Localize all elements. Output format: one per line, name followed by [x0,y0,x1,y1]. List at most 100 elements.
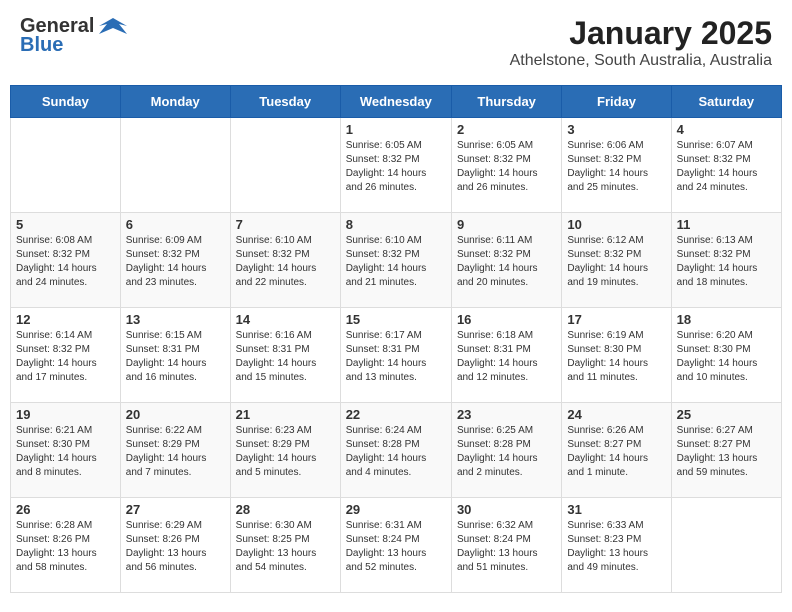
weekday-header-monday: Monday [120,86,230,118]
calendar-cell: 12 Sunrise: 6:14 AM Sunset: 8:32 PM Dayli… [11,308,121,403]
day-number: 7 [236,217,335,232]
day-info: Sunrise: 6:07 AM Sunset: 8:32 PM Dayligh… [677,139,776,195]
day-info: Sunrise: 6:22 AM Sunset: 8:29 PM Dayligh… [126,424,225,480]
day-info: Sunrise: 6:12 AM Sunset: 8:32 PM Dayligh… [567,234,665,290]
location-title: Athelstone, South Australia, Australia [510,52,772,70]
day-info: Sunrise: 6:20 AM Sunset: 8:30 PM Dayligh… [677,329,776,385]
calendar-cell: 29 Sunrise: 6:31 AM Sunset: 8:24 PM Dayli… [340,498,451,593]
calendar-week-row: 26 Sunrise: 6:28 AM Sunset: 8:26 PM Dayli… [11,498,782,593]
day-number: 17 [567,312,665,327]
calendar-cell: 25Sunrise: 6:27 AM Sunset: 8:27 PM Dayli… [671,403,781,498]
day-info: Sunrise: 6:30 AM Sunset: 8:25 PM Dayligh… [236,519,335,575]
calendar-cell: 15 Sunrise: 6:17 AM Sunset: 8:31 PM Dayli… [340,308,451,403]
day-info: Sunrise: 6:08 AM Sunset: 8:32 PM Dayligh… [16,234,115,290]
day-number: 28 [236,502,335,517]
day-info: Sunrise: 6:32 AM Sunset: 8:24 PM Dayligh… [457,519,556,575]
logo-bird-icon [99,16,127,38]
day-info: Sunrise: 6:13 AM Sunset: 8:32 PM Dayligh… [677,234,776,290]
day-info: Sunrise: 6:16 AM Sunset: 8:31 PM Dayligh… [236,329,335,385]
day-info: Sunrise: 6:05 AM Sunset: 8:32 PM Dayligh… [346,139,446,195]
calendar-table: SundayMondayTuesdayWednesdayThursdayFrid… [10,85,782,593]
day-number: 15 [346,312,446,327]
day-info: Sunrise: 6:29 AM Sunset: 8:26 PM Dayligh… [126,519,225,575]
day-info: Sunrise: 6:23 AM Sunset: 8:29 PM Dayligh… [236,424,335,480]
calendar-cell: 23 Sunrise: 6:25 AM Sunset: 8:28 PM Dayli… [451,403,561,498]
calendar-cell: 4Sunrise: 6:07 AM Sunset: 8:32 PM Daylig… [671,118,781,213]
day-number: 13 [126,312,225,327]
calendar-cell: 11 Sunrise: 6:13 AM Sunset: 8:32 PM Dayli… [671,213,781,308]
day-number: 2 [457,122,556,137]
day-info: Sunrise: 6:17 AM Sunset: 8:31 PM Dayligh… [346,329,446,385]
title-area: January 2025 Athelstone, South Australia… [510,15,772,70]
day-number: 14 [236,312,335,327]
calendar-cell: 19 Sunrise: 6:21 AM Sunset: 8:30 PM Dayli… [11,403,121,498]
day-number: 24 [567,407,665,422]
weekday-header-row: SundayMondayTuesdayWednesdayThursdayFrid… [11,86,782,118]
day-info: Sunrise: 6:05 AM Sunset: 8:32 PM Dayligh… [457,139,556,195]
day-info: Sunrise: 6:10 AM Sunset: 8:32 PM Dayligh… [346,234,446,290]
day-info: Sunrise: 6:24 AM Sunset: 8:28 PM Dayligh… [346,424,446,480]
calendar-cell: 13 Sunrise: 6:15 AM Sunset: 8:31 PM Dayli… [120,308,230,403]
day-info: Sunrise: 6:33 AM Sunset: 8:23 PM Dayligh… [567,519,665,575]
day-number: 6 [126,217,225,232]
day-number: 12 [16,312,115,327]
calendar-cell: 22 Sunrise: 6:24 AM Sunset: 8:28 PM Dayli… [340,403,451,498]
calendar-cell: 17 Sunrise: 6:19 AM Sunset: 8:30 PM Dayli… [562,308,671,403]
day-info: Sunrise: 6:25 AM Sunset: 8:28 PM Dayligh… [457,424,556,480]
calendar-cell [671,498,781,593]
calendar-cell [120,118,230,213]
day-number: 1 [346,122,446,137]
day-info: Sunrise: 6:14 AM Sunset: 8:32 PM Dayligh… [16,329,115,385]
calendar-week-row: 1 Sunrise: 6:05 AM Sunset: 8:32 PM Daylig… [11,118,782,213]
calendar-cell: 28 Sunrise: 6:30 AM Sunset: 8:25 PM Dayli… [230,498,340,593]
day-number: 10 [567,217,665,232]
calendar-cell: 9 Sunrise: 6:11 AM Sunset: 8:32 PM Daylig… [451,213,561,308]
day-number: 20 [126,407,225,422]
day-info: Sunrise: 6:09 AM Sunset: 8:32 PM Dayligh… [126,234,225,290]
day-info: Sunrise: 6:18 AM Sunset: 8:31 PM Dayligh… [457,329,556,385]
calendar-week-row: 19 Sunrise: 6:21 AM Sunset: 8:30 PM Dayli… [11,403,782,498]
day-number: 30 [457,502,556,517]
day-info: Sunrise: 6:31 AM Sunset: 8:24 PM Dayligh… [346,519,446,575]
weekday-header-tuesday: Tuesday [230,86,340,118]
weekday-header-wednesday: Wednesday [340,86,451,118]
calendar-cell: 26 Sunrise: 6:28 AM Sunset: 8:26 PM Dayli… [11,498,121,593]
weekday-header-saturday: Saturday [671,86,781,118]
day-info: Sunrise: 6:21 AM Sunset: 8:30 PM Dayligh… [16,424,115,480]
day-number: 22 [346,407,446,422]
calendar-cell: 6 Sunrise: 6:09 AM Sunset: 8:32 PM Daylig… [120,213,230,308]
calendar-week-row: 12 Sunrise: 6:14 AM Sunset: 8:32 PM Dayli… [11,308,782,403]
calendar-cell: 14 Sunrise: 6:16 AM Sunset: 8:31 PM Dayli… [230,308,340,403]
calendar-cell: 3 Sunrise: 6:06 AM Sunset: 8:32 PM Daylig… [562,118,671,213]
calendar-cell: 21Sunrise: 6:23 AM Sunset: 8:29 PM Dayli… [230,403,340,498]
day-number: 16 [457,312,556,327]
day-number: 26 [16,502,115,517]
calendar-cell: 8 Sunrise: 6:10 AM Sunset: 8:32 PM Daylig… [340,213,451,308]
calendar-cell: 1 Sunrise: 6:05 AM Sunset: 8:32 PM Daylig… [340,118,451,213]
day-info: Sunrise: 6:15 AM Sunset: 8:31 PM Dayligh… [126,329,225,385]
day-number: 8 [346,217,446,232]
calendar-cell: 2 Sunrise: 6:05 AM Sunset: 8:32 PM Daylig… [451,118,561,213]
page-header: General Blue January 2025 Athelstone, So… [10,10,782,75]
day-number: 23 [457,407,556,422]
day-number: 11 [677,217,776,232]
calendar-cell [11,118,121,213]
calendar-cell: 30 Sunrise: 6:32 AM Sunset: 8:24 PM Dayli… [451,498,561,593]
day-info: Sunrise: 6:27 AM Sunset: 8:27 PM Dayligh… [677,424,776,480]
day-info: Sunrise: 6:06 AM Sunset: 8:32 PM Dayligh… [567,139,665,195]
calendar-cell: 24 Sunrise: 6:26 AM Sunset: 8:27 PM Dayli… [562,403,671,498]
day-number: 3 [567,122,665,137]
calendar-cell: 16 Sunrise: 6:18 AM Sunset: 8:31 PM Dayli… [451,308,561,403]
day-number: 29 [346,502,446,517]
calendar-cell: 5Sunrise: 6:08 AM Sunset: 8:32 PM Daylig… [11,213,121,308]
day-number: 27 [126,502,225,517]
day-info: Sunrise: 6:19 AM Sunset: 8:30 PM Dayligh… [567,329,665,385]
day-number: 19 [16,407,115,422]
weekday-header-friday: Friday [562,86,671,118]
logo: General Blue [20,15,127,57]
day-info: Sunrise: 6:28 AM Sunset: 8:26 PM Dayligh… [16,519,115,575]
day-number: 9 [457,217,556,232]
month-title: January 2025 [510,15,772,52]
day-info: Sunrise: 6:11 AM Sunset: 8:32 PM Dayligh… [457,234,556,290]
day-info: Sunrise: 6:26 AM Sunset: 8:27 PM Dayligh… [567,424,665,480]
